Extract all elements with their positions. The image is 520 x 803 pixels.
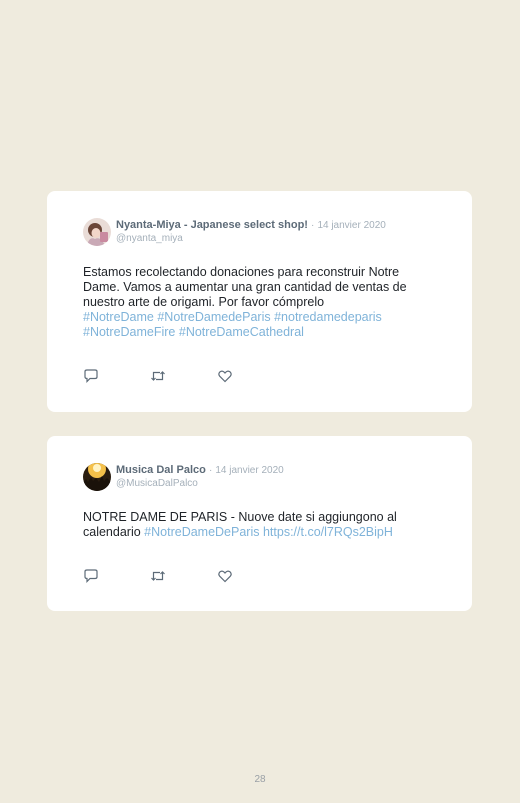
- tweet-text: NOTRE DAME DE PARIS - Nuove date si aggi…: [83, 510, 436, 540]
- tweet-actions: [83, 568, 284, 584]
- author-handle[interactable]: @MusicaDalPalco: [116, 477, 284, 490]
- hashtag-link[interactable]: #NotreDamedeParis: [157, 310, 270, 324]
- like-icon[interactable]: [217, 368, 233, 384]
- tweet-body: Estamos recolectando donaciones para rec…: [83, 265, 407, 309]
- retweet-icon[interactable]: [150, 368, 166, 384]
- hashtag-link[interactable]: #NotreDameFire: [83, 325, 175, 339]
- tweet-card: Nyanta-Miya - Japanese select shop! · 14…: [47, 191, 472, 412]
- author-name[interactable]: Nyanta-Miya - Japanese select shop!: [116, 219, 308, 231]
- author-handle[interactable]: @nyanta_miya: [116, 232, 386, 245]
- meta-separator: ·: [311, 220, 315, 231]
- tweet-date[interactable]: 14 janvier 2020: [215, 465, 283, 476]
- tweet-text: Estamos recolectando donaciones para rec…: [83, 265, 436, 340]
- reply-icon[interactable]: [83, 368, 99, 384]
- author-block: Nyanta-Miya - Japanese select shop! · 14…: [116, 219, 386, 245]
- url-link[interactable]: https://t.co/l7RQs2BipH: [263, 525, 393, 539]
- tweet-actions: [83, 368, 284, 384]
- author-name[interactable]: Musica Dal Palco: [116, 464, 206, 476]
- avatar-concert-icon[interactable]: [83, 463, 111, 491]
- tweet-header: Nyanta-Miya - Japanese select shop! · 14…: [83, 218, 386, 246]
- tweet-card: Musica Dal Palco · 14 janvier 2020 @Musi…: [47, 436, 472, 611]
- hashtag-link[interactable]: #NotreDameCathedral: [179, 325, 304, 339]
- page-number: 28: [254, 774, 266, 785]
- tweet-date[interactable]: 14 janvier 2020: [317, 220, 385, 231]
- author-block: Musica Dal Palco · 14 janvier 2020 @Musi…: [116, 464, 284, 490]
- like-icon[interactable]: [217, 568, 233, 584]
- meta-separator: ·: [208, 465, 213, 476]
- hashtag-link[interactable]: #NotreDame: [83, 310, 154, 324]
- hashtag-link[interactable]: #notredamedeparis: [274, 310, 382, 324]
- retweet-icon[interactable]: [150, 568, 166, 584]
- tweet-header: Musica Dal Palco · 14 janvier 2020 @Musi…: [83, 463, 284, 491]
- hashtag-link[interactable]: #NotreDameDeParis: [144, 525, 259, 539]
- avatar-photo-icon[interactable]: [83, 218, 111, 246]
- reply-icon[interactable]: [83, 568, 99, 584]
